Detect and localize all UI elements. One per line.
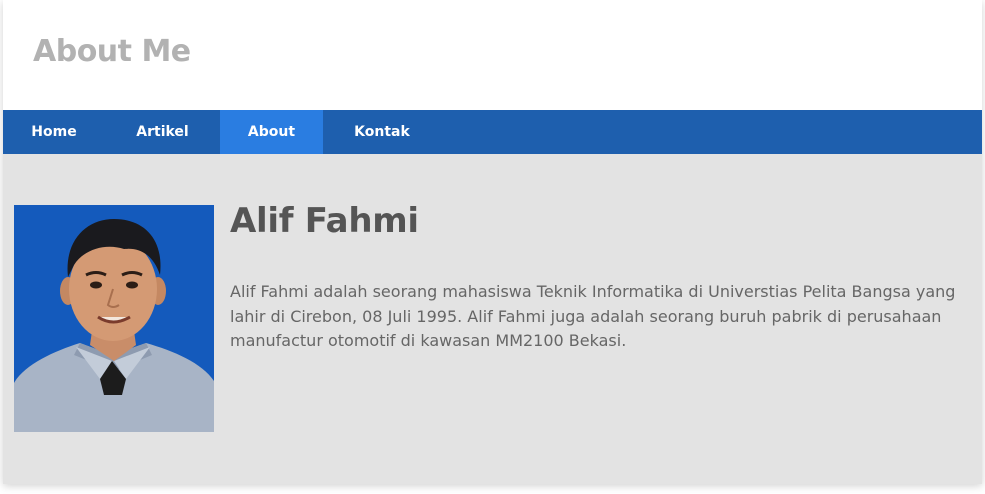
nav-item-kontak[interactable]: Kontak xyxy=(323,110,441,154)
page-title: About Me xyxy=(33,34,191,69)
person-portrait-illustration xyxy=(14,205,214,432)
nav-item-home[interactable]: Home xyxy=(3,110,105,154)
profile-bio: Alif Fahmi adalah seorang mahasiswa Tekn… xyxy=(230,282,956,350)
site-header: About Me xyxy=(3,0,982,110)
main-navbar: Home Artikel About Kontak xyxy=(3,110,982,154)
nav-item-about[interactable]: About xyxy=(220,110,323,154)
about-content: Alif Fahmi Alif Fahmi adalah seorang mah… xyxy=(3,154,982,484)
profile-name: Alif Fahmi xyxy=(230,201,419,241)
nav-item-artikel[interactable]: Artikel xyxy=(105,110,220,154)
profile-photo xyxy=(14,205,214,432)
page-frame: About Me Home Artikel About Kontak Alif … xyxy=(3,0,982,484)
